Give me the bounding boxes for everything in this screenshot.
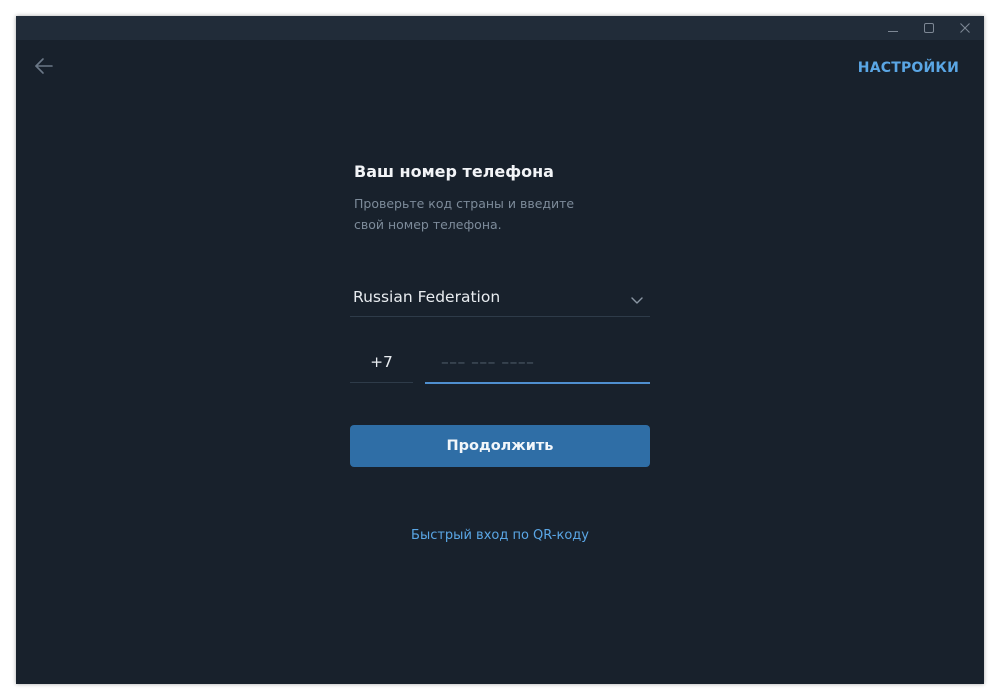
country-code-input[interactable] [350,344,413,380]
minimize-icon[interactable] [874,16,912,40]
close-icon[interactable] [946,16,984,40]
app-window: НАСТРОЙКИ Ваш номер телефона Проверьте к… [16,16,984,684]
continue-button[interactable]: Продолжить [350,425,650,467]
qr-login-link[interactable]: Быстрый вход по QR-коду [350,527,650,545]
maximize-icon[interactable] [910,16,948,40]
back-button[interactable] [32,56,56,80]
form-description: Проверьте код страны и введите свой номе… [354,193,594,235]
country-select[interactable]: Russian Federation [350,280,650,317]
phone-number-field[interactable] [425,344,666,384]
description-line-2: свой номер телефона. [354,217,502,232]
chevron-down-icon [630,292,644,306]
title-bar [16,16,984,40]
settings-button[interactable]: НАСТРОЙКИ [858,58,959,78]
arrow-left-icon [34,56,54,80]
country-code-field[interactable] [350,344,413,383]
country-select-value: Russian Federation [353,288,501,306]
description-line-1: Проверьте код страны и введите [354,196,575,211]
phone-number-input[interactable] [425,344,666,380]
page-title: Ваш номер телефона [354,162,554,181]
